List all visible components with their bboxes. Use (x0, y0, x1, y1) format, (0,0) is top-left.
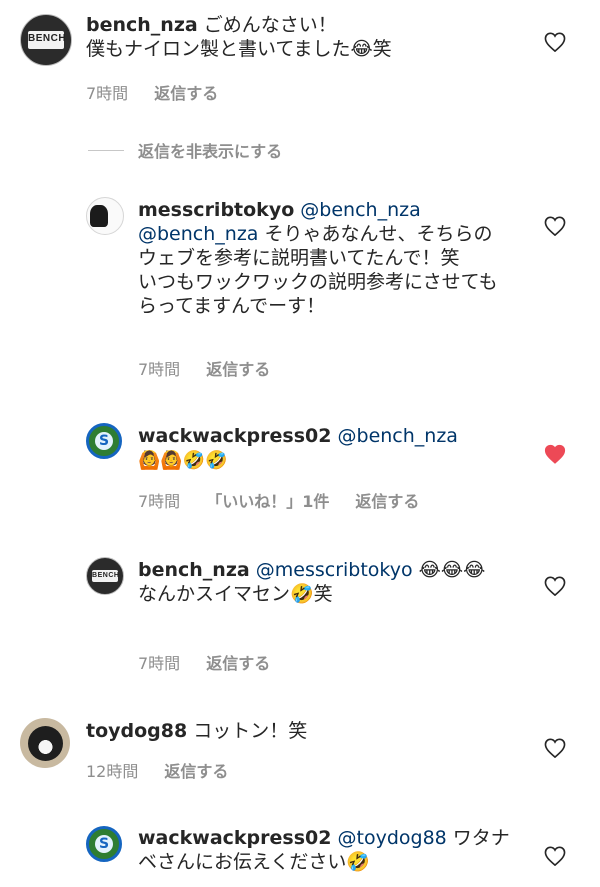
comment-text: いつもワックワックの説明参考にさせてもらってますんでーす！ (138, 271, 498, 317)
comment-username[interactable]: wackwackpress02 (138, 827, 331, 849)
comment-text: 🙆🙆🤣🤣 (138, 450, 228, 471)
mention-link[interactable]: @bench_nza (138, 223, 258, 245)
heart-icon[interactable] (544, 576, 566, 596)
heart-icon[interactable] (544, 32, 566, 52)
mention-link[interactable]: @bench_nza (331, 425, 458, 447)
hide-replies-button[interactable]: 返信を非表示にする (88, 138, 282, 162)
avatar[interactable] (20, 718, 70, 768)
comment-time: 7時間 (138, 654, 181, 673)
likes-count[interactable]: 「いいね！」1件 (206, 492, 329, 511)
comment-text: 僕もナイロン製と書いてました😂笑 (86, 38, 392, 60)
avatar-logo: BENCH (28, 31, 66, 49)
reply-button[interactable]: 返信する (355, 492, 419, 511)
avatar-logo: BENCH (92, 569, 119, 583)
avatar[interactable]: S (86, 826, 122, 862)
avatar[interactable]: BENCH (86, 557, 124, 595)
comment-text: なんかスイマセン🤣笑 (138, 583, 333, 605)
mention-link[interactable]: @bench_nza (294, 199, 420, 221)
comment-time: 12時間 (86, 762, 139, 781)
avatar-illustration (90, 205, 108, 227)
comment-time: 7時間 (138, 492, 181, 511)
comment-meta: 7時間 返信する (138, 356, 296, 380)
divider (88, 149, 124, 151)
comment-body: wackwackpress02 @toydog88 ワタナベさんにお伝えください… (138, 826, 518, 874)
comment-text: 😂😂😂 (412, 559, 486, 581)
avatar[interactable]: S (86, 423, 122, 459)
mention-link[interactable]: @toydog88 (331, 827, 447, 849)
avatar[interactable] (86, 197, 124, 235)
mention-link[interactable]: @messcribtokyo (250, 559, 413, 581)
comment-body: bench_nza @messcribtokyo 😂😂😂 なんかスイマセン🤣笑 (138, 558, 518, 606)
comment-body: wackwackpress02 @bench_nza 🙆🙆🤣🤣 (138, 424, 528, 473)
comment-username[interactable]: bench_nza (138, 559, 250, 581)
comment-meta: 7時間 「いいね！」1件 返信する (138, 488, 445, 512)
comment-username[interactable]: messcribtokyo (138, 199, 294, 221)
heart-icon[interactable] (544, 738, 566, 758)
comment-text: ごめんなさい！ (197, 14, 337, 36)
reply-button[interactable]: 返信する (154, 84, 218, 103)
comment-text: コットン！笑 (187, 720, 308, 742)
comment-username[interactable]: bench_nza (86, 14, 198, 36)
heart-icon[interactable] (544, 846, 566, 866)
avatar-logo: S (95, 835, 113, 853)
heart-filled-icon[interactable] (544, 444, 566, 464)
comment-time: 7時間 (86, 84, 129, 103)
comment-body: messcribtokyo @bench_nza @bench_nza そりゃあ… (138, 198, 508, 318)
comment-meta: 7時間 返信する (86, 80, 244, 104)
comment-time: 7時間 (138, 360, 181, 379)
comment-body: bench_nza ごめんなさい！ 僕もナイロン製と書いてました😂笑 (86, 13, 526, 61)
avatar-logo: S (95, 432, 113, 450)
comment-username[interactable]: toydog88 (86, 720, 187, 742)
comment-body: toydog88 コットン！笑 (86, 719, 526, 743)
reply-button[interactable]: 返信する (206, 360, 270, 379)
hide-replies-label: 返信を非表示にする (138, 142, 283, 161)
comment-meta: 7時間 返信する (138, 650, 296, 674)
comment-meta: 12時間 返信する (86, 758, 254, 782)
reply-button[interactable]: 返信する (206, 654, 270, 673)
reply-button[interactable]: 返信する (164, 762, 228, 781)
avatar[interactable]: BENCH (20, 14, 72, 66)
heart-icon[interactable] (544, 216, 566, 236)
comment-username[interactable]: wackwackpress02 (138, 425, 331, 447)
avatar-photo (27, 725, 63, 761)
